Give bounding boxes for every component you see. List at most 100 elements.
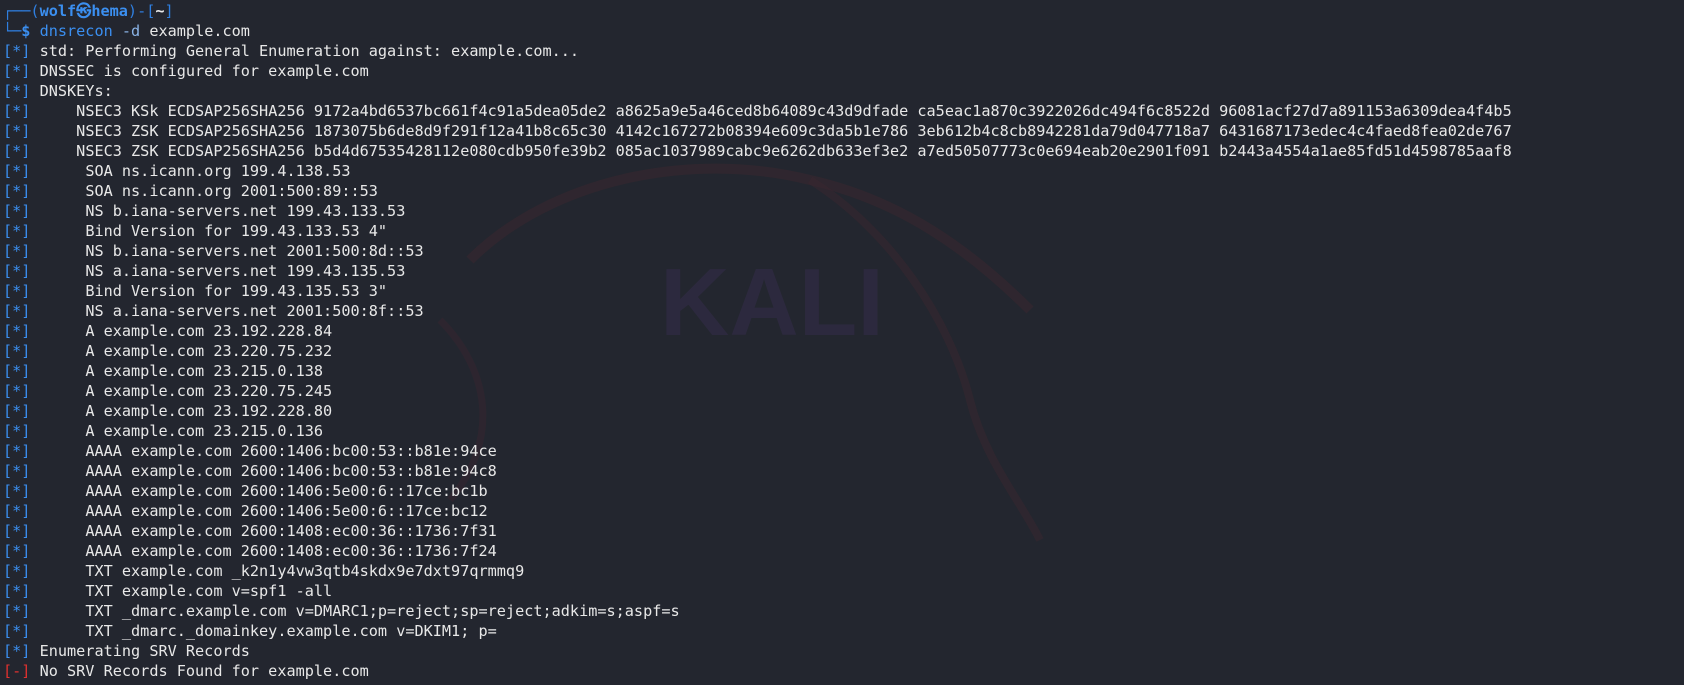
output-indent xyxy=(40,562,86,580)
info-tag: [*] xyxy=(3,282,31,300)
info-tag: [*] xyxy=(3,302,31,320)
output-indent xyxy=(40,202,86,220)
output-text: No SRV Records Found for example.com xyxy=(39,662,369,680)
output-text: TXT _dmarc._domainkey.example.com v=DKIM… xyxy=(85,622,497,640)
output-indent xyxy=(40,482,86,500)
info-tag: [*] xyxy=(3,422,31,440)
output-text: AAAA example.com 2600:1406:bc00:53::b81e… xyxy=(85,462,497,480)
output-text: TXT _dmarc.example.com v=DMARC1;p=reject… xyxy=(85,602,680,620)
error-tag: [-] xyxy=(3,662,31,680)
info-tag: [*] xyxy=(3,42,31,60)
info-tag: [*] xyxy=(3,162,31,180)
command-flag: -d xyxy=(121,22,141,40)
output-line: [*] TXT _dmarc._domainkey.example.com v=… xyxy=(3,621,1684,641)
info-tag: [*] xyxy=(3,542,31,560)
info-tag: [*] xyxy=(3,62,31,80)
output-text: NS a.iana-servers.net 199.43.135.53 xyxy=(85,262,406,280)
info-tag: [*] xyxy=(3,322,31,340)
output-indent xyxy=(40,222,86,240)
info-tag: [*] xyxy=(3,562,31,580)
output-text: AAAA example.com 2600:1408:ec00:36::1736… xyxy=(85,542,497,560)
info-tag: [*] xyxy=(3,482,31,500)
info-tag: [*] xyxy=(3,382,31,400)
output-text: SOA ns.icann.org 2001:500:89::53 xyxy=(85,182,378,200)
output-indent xyxy=(40,322,86,340)
output-text: DNSKEYs: xyxy=(39,82,113,100)
info-tag: [*] xyxy=(3,442,31,460)
output-line: [*] Bind Version for 199.43.135.53 3" xyxy=(3,281,1684,301)
info-tag: [*] xyxy=(3,522,31,540)
output-line: [*] A example.com 23.192.228.84 xyxy=(3,321,1684,341)
output-line: [-] No SRV Records Found for example.com xyxy=(3,661,1684,681)
output-line: [*] AAAA example.com 2600:1406:bc00:53::… xyxy=(3,441,1684,461)
output-line: [*] TXT example.com _k2n1y4vw3qtb4skdx9e… xyxy=(3,561,1684,581)
output-indent xyxy=(40,462,86,480)
prompt-user: wolf xyxy=(39,2,77,20)
output-indent xyxy=(40,122,77,140)
info-tag: [*] xyxy=(3,582,31,600)
output-line: [*] AAAA example.com 2600:1406:5e00:6::1… xyxy=(3,501,1684,521)
info-tag: [*] xyxy=(3,342,31,360)
output-line: [*] NSEC3 KSk ECDSAP256SHA256 9172a4bd65… xyxy=(3,101,1684,121)
output-line: [*] SOA ns.icann.org 2001:500:89::53 xyxy=(3,181,1684,201)
prompt-corner-top: ┌──( xyxy=(3,2,40,20)
info-tag: [*] xyxy=(3,642,31,660)
output-line: [*] A example.com 23.192.228.80 xyxy=(3,401,1684,421)
output-indent xyxy=(40,242,86,260)
output-text: A example.com 23.192.228.84 xyxy=(85,322,333,340)
info-tag: [*] xyxy=(3,462,31,480)
output-indent xyxy=(40,402,86,420)
info-tag: [*] xyxy=(3,222,31,240)
terminal-window[interactable]: KALI ┌──(wolf㉿hema)-[~] └─$ dnsrecon -d … xyxy=(0,0,1684,685)
prompt-line-1: ┌──(wolf㉿hema)-[~] xyxy=(3,1,1684,21)
info-tag: [*] xyxy=(3,142,31,160)
output-indent xyxy=(40,342,86,360)
output-text: DNSSEC is configured for example.com xyxy=(39,62,369,80)
output-indent xyxy=(40,142,77,160)
output-indent xyxy=(40,362,86,380)
output-line: [*] NSEC3 ZSK ECDSAP256SHA256 b5d4d67535… xyxy=(3,141,1684,161)
prompt-dir-close: ] xyxy=(164,2,174,20)
output-line: [*] DNSKEYs: xyxy=(3,81,1684,101)
output-indent xyxy=(40,542,86,560)
prompt-separator: )-[ xyxy=(127,2,156,20)
output-line: [*] TXT _dmarc.example.com v=DMARC1;p=re… xyxy=(3,601,1684,621)
info-tag: [*] xyxy=(3,202,31,220)
output-text: Bind Version for 199.43.133.53 4" xyxy=(85,222,388,240)
output-indent xyxy=(40,442,86,460)
output-text: NSEC3 ZSK ECDSAP256SHA256 1873075b6de8d9… xyxy=(76,122,1512,140)
output-line: [*] NS b.iana-servers.net 199.43.133.53 xyxy=(3,201,1684,221)
output-text: SOA ns.icann.org 199.4.138.53 xyxy=(85,162,351,180)
output-indent xyxy=(40,422,86,440)
output-text: Bind Version for 199.43.135.53 3" xyxy=(85,282,388,300)
prompt-line-2[interactable]: └─$ dnsrecon -d example.com xyxy=(3,21,1684,41)
command-name: dnsrecon xyxy=(39,22,113,40)
output-line: [*] DNSSEC is configured for example.com xyxy=(3,61,1684,81)
output-indent xyxy=(40,162,86,180)
output-text: AAAA example.com 2600:1408:ec00:36::1736… xyxy=(85,522,497,540)
output-line: [*] A example.com 23.220.75.245 xyxy=(3,381,1684,401)
output-text: TXT example.com _k2n1y4vw3qtb4skdx9e7dxt… xyxy=(85,562,525,580)
output-indent xyxy=(40,582,86,600)
info-tag: [*] xyxy=(3,402,31,420)
prompt-dir: ~ xyxy=(155,2,165,20)
output-indent xyxy=(40,382,86,400)
output-indent xyxy=(40,522,86,540)
output-line: [*] std: Performing General Enumeration … xyxy=(3,41,1684,61)
output-indent xyxy=(40,302,86,320)
output-text: AAAA example.com 2600:1406:5e00:6::17ce:… xyxy=(85,502,488,520)
output-line: [*] Enumerating SRV Records xyxy=(3,641,1684,661)
command-argument: example.com xyxy=(149,22,250,40)
output-text: NS b.iana-servers.net 199.43.133.53 xyxy=(85,202,406,220)
output-line: [*] A example.com 23.220.75.232 xyxy=(3,341,1684,361)
info-tag: [*] xyxy=(3,242,31,260)
output-line: [*] SOA ns.icann.org 199.4.138.53 xyxy=(3,161,1684,181)
output-line: [*] Bind Version for 199.43.133.53 4" xyxy=(3,221,1684,241)
output-line: [*] NS a.iana-servers.net 199.43.135.53 xyxy=(3,261,1684,281)
prompt-host: hema xyxy=(91,2,128,20)
info-tag: [*] xyxy=(3,102,31,120)
output-text: NSEC3 ZSK ECDSAP256SHA256 b5d4d675354281… xyxy=(76,142,1512,160)
prompt-corner-bottom: └─ xyxy=(3,22,22,40)
output-indent xyxy=(40,262,86,280)
output-line: [*] NS a.iana-servers.net 2001:500:8f::5… xyxy=(3,301,1684,321)
